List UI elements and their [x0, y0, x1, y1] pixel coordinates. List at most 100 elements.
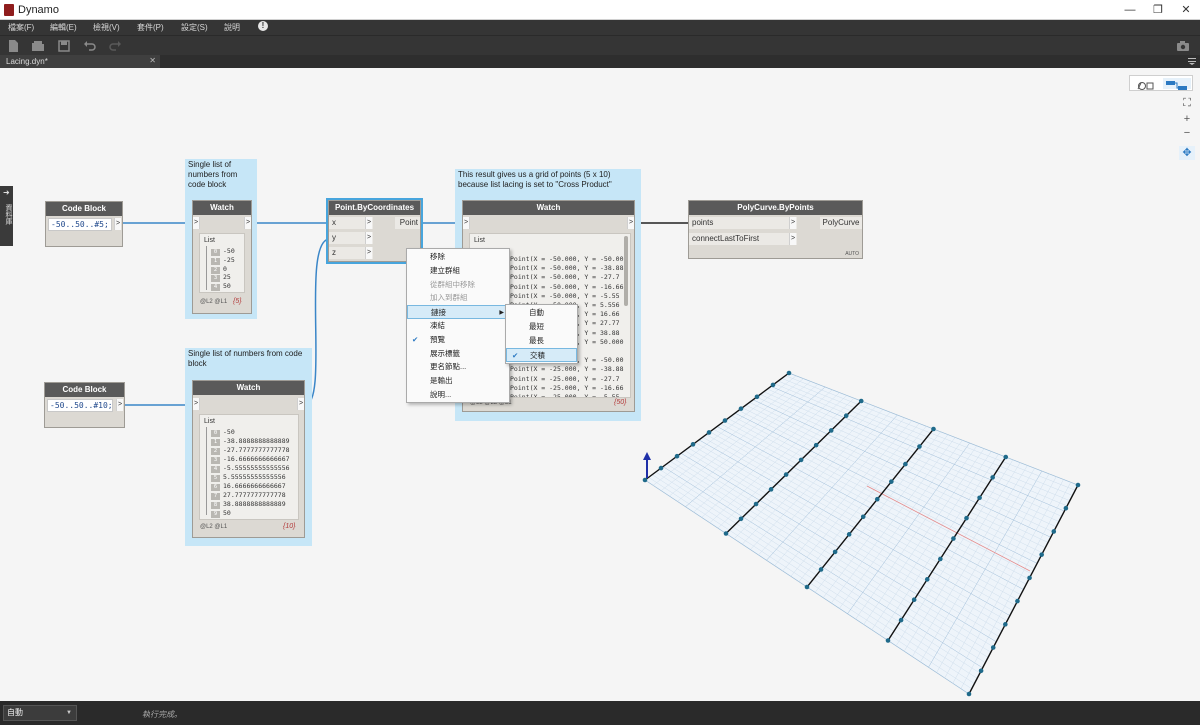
open-file-icon[interactable]: [31, 39, 45, 53]
output-port[interactable]: >: [244, 217, 251, 229]
zoom-fit-icon[interactable]: ⛶: [1179, 96, 1195, 110]
tab-close-icon[interactable]: ✕: [149, 56, 156, 65]
list-index: 7: [211, 493, 220, 500]
list-index: 4: [211, 466, 220, 473]
menu-item-8[interactable]: 更名節點...: [407, 360, 509, 374]
menu-view[interactable]: 檢視(V): [93, 22, 120, 33]
menu-item-3[interactable]: 加入到群組: [407, 291, 509, 305]
zoom-out-icon[interactable]: −: [1179, 126, 1195, 140]
menu-item-label: 最短: [529, 322, 544, 331]
input-port[interactable]: >: [463, 217, 470, 229]
pan-icon[interactable]: ✥: [1179, 146, 1195, 160]
menu-item-4[interactable]: 鏈接 ▶: [407, 305, 509, 320]
menu-item-9[interactable]: 是輸出: [407, 374, 509, 388]
list-item: 2 -27.7777777777778: [211, 446, 290, 455]
output-port[interactable]: >: [114, 218, 121, 230]
menu-item-label: 移除: [430, 252, 445, 261]
workspace-canvas[interactable]: Single list of numbers from code block S…: [0, 68, 1200, 701]
menu-settings[interactable]: 設定(S): [181, 22, 208, 33]
list-item: 20: [211, 265, 227, 274]
menu-item-0[interactable]: 移除: [407, 250, 509, 264]
zoom-in-icon[interactable]: +: [1179, 112, 1195, 126]
menu-item-1[interactable]: 建立群組: [407, 264, 509, 278]
list-index: 6: [211, 484, 220, 491]
port-arrow: >: [789, 217, 796, 229]
list-index: 5: [211, 475, 220, 482]
undo-icon[interactable]: [83, 39, 97, 53]
menu-item-label: 加入到群組: [430, 293, 468, 303]
lacing-option-2[interactable]: 最長: [506, 334, 577, 348]
zoom-controls: ⛶ + − ✥: [1179, 96, 1195, 164]
list-item: 5 5.55555555555556: [211, 473, 286, 482]
list-levels: @L2 @L1: [200, 299, 228, 305]
code-block-node-2[interactable]: Code Block -50..50..#10; >: [44, 382, 125, 428]
lacing-option-1[interactable]: 最短: [506, 320, 577, 334]
list-item: Point(X = -25.000, Y = -5.55: [510, 393, 620, 398]
title-bar: Dynamo — ❐ ✕: [0, 0, 1200, 20]
node-title: PolyCurve.ByPoints: [689, 201, 862, 215]
camera-icon[interactable]: [1176, 39, 1190, 53]
list-item: Point(X = -25.000, Y = -38.88: [510, 365, 624, 374]
watch-preview[interactable]: List 0 -50 1 -38.8888888888889 2 -27.77777777…: [199, 414, 299, 520]
lacing-option-3[interactable]: ✔ 交積: [506, 348, 577, 362]
output-port[interactable]: >: [116, 399, 123, 411]
list-index: 8: [211, 502, 220, 509]
output-port-point[interactable]: Point: [395, 217, 420, 229]
window-title: Dynamo: [18, 4, 59, 16]
list-value: 25: [223, 273, 231, 282]
port-label: x: [332, 218, 336, 227]
menu-item-6[interactable]: ✔ 預覽: [407, 333, 509, 347]
view-toggle: [1129, 75, 1193, 91]
new-file-icon[interactable]: [6, 39, 20, 53]
watch-node-2[interactable]: Watch > > List 0 -50 1 -38.8888888888889 2 -2…: [192, 380, 305, 538]
list-item: 3 25: [211, 273, 231, 283]
input-port-connect-last-to-first[interactable]: connectLastToFirst: [689, 233, 797, 245]
list-index: 3: [211, 457, 220, 464]
menu-packages[interactable]: 套件(P): [137, 22, 164, 33]
menu-item-2[interactable]: 從群組中移除: [407, 278, 509, 292]
output-port[interactable]: >: [297, 398, 304, 410]
menu-item-5[interactable]: 凍結: [407, 319, 509, 333]
list-item: 0 -50: [211, 247, 235, 256]
input-port[interactable]: >: [193, 217, 200, 229]
menu-item-10[interactable]: 說明...: [407, 388, 509, 402]
save-icon[interactable]: [57, 39, 71, 53]
restore-button[interactable]: ❐: [1144, 2, 1172, 18]
info-icon[interactable]: !: [258, 21, 268, 31]
code-input[interactable]: -50..50..#5;: [48, 218, 112, 231]
redo-icon[interactable]: [108, 39, 122, 53]
graph-view-icon[interactable]: [1163, 78, 1191, 90]
dynamo-window: Dynamo — ❐ ✕ 檔案(F) 編輯(E) 檢視(V) 套件(P) 設定(…: [0, 0, 1200, 725]
menu-item-label: 建立群組: [430, 265, 460, 275]
input-port[interactable]: >: [193, 398, 200, 410]
item-count: {50}: [614, 399, 627, 406]
output-port-polycurve[interactable]: PolyCurve: [820, 217, 862, 229]
menu-item-7[interactable]: 展示標籤: [407, 347, 509, 361]
list-value: 50: [223, 282, 231, 291]
group-title: This result gives us a grid of points (5…: [458, 170, 612, 189]
group-title: Single list of numbers from code block: [188, 349, 303, 368]
close-window-button[interactable]: ✕: [1172, 2, 1200, 18]
menu-bar: 檔案(F) 編輯(E) 檢視(V) 套件(P) 設定(S) 說明 !: [0, 20, 1200, 35]
library-toggle-tab[interactable]: ➜ 資料庫: [0, 186, 13, 246]
menu-file[interactable]: 檔案(F): [8, 22, 34, 33]
watch-node-1[interactable]: Watch > > List 0 -50 1 -25 2 0 3 25 4 50 @L2 @L1 …: [192, 200, 252, 314]
scrollbar[interactable]: [624, 236, 628, 306]
minimize-button[interactable]: —: [1116, 2, 1144, 18]
tab-menu-icon[interactable]: [1188, 57, 1196, 65]
list-levels: @L2 @L1: [200, 524, 228, 530]
menu-edit[interactable]: 編輯(E): [50, 22, 77, 33]
watch-preview[interactable]: List 0 -50 1 -25 2 0 3 25 4 50: [199, 233, 245, 293]
output-port[interactable]: >: [627, 217, 634, 229]
code-input[interactable]: -50..50..#10;: [47, 399, 113, 412]
geometry-view-icon[interactable]: [1133, 78, 1161, 90]
menu-help[interactable]: 說明: [224, 22, 240, 33]
list-label: List: [204, 418, 215, 425]
code-block-node-1[interactable]: Code Block -50..50..#5; >: [45, 201, 123, 247]
list-value: -50: [223, 247, 235, 255]
input-port-points[interactable]: points: [689, 217, 797, 229]
polycurve-by-points-node[interactable]: PolyCurve.ByPoints points > connectLastT…: [688, 200, 863, 259]
tab-lacing[interactable]: Lacing.dyn* ✕: [0, 55, 160, 68]
run-mode-dropdown[interactable]: 自動 ▼: [3, 705, 77, 721]
lacing-option-0[interactable]: 自動: [506, 306, 577, 320]
